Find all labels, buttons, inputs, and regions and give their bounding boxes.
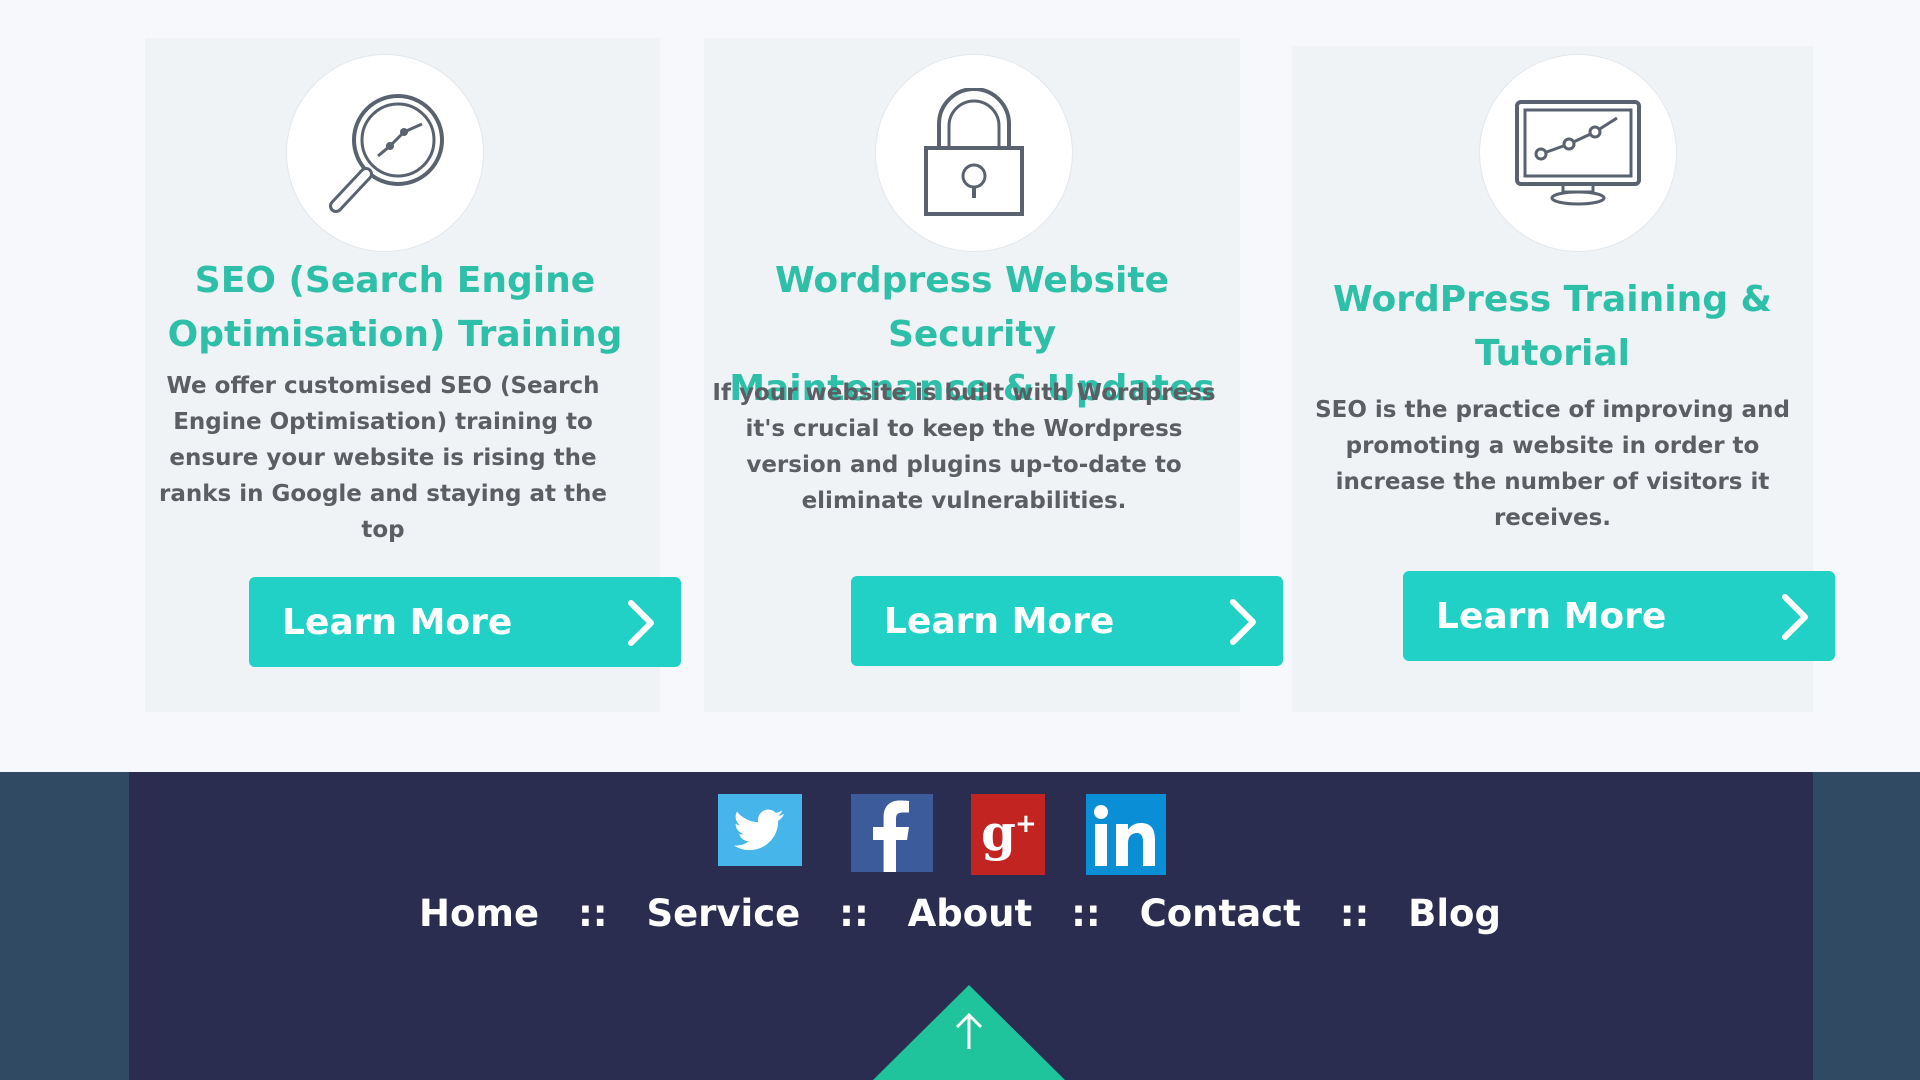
card-description: We offer customised SEO (Search Engine O…	[153, 368, 613, 548]
padlock-icon	[924, 88, 1024, 216]
chevron-right-icon	[628, 600, 654, 646]
svg-text:+: +	[1015, 809, 1037, 839]
desc-line: SEO is the practice of improving and	[1315, 397, 1790, 423]
card-title: WordPress Training & Tutorial	[1292, 273, 1813, 381]
facebook-icon[interactable]	[851, 794, 933, 872]
desc-line: receives.	[1493, 505, 1612, 531]
padlock-icon-circle	[875, 54, 1073, 252]
learn-more-label: Learn More	[1436, 595, 1667, 637]
learn-more-button[interactable]: Learn More	[249, 577, 681, 667]
twitter-icon[interactable]	[718, 794, 802, 866]
desc-line: top	[361, 517, 405, 543]
nav-contact-link[interactable]: Contact	[1140, 892, 1301, 935]
card-description: SEO is the practice of improving and pro…	[1292, 392, 1813, 536]
chevron-right-icon	[1230, 599, 1256, 645]
desc-line: We offer customised SEO (Search	[166, 373, 600, 399]
google-plus-icon[interactable]: g +	[971, 794, 1045, 875]
card-description: If your website is built with Wordpress …	[704, 375, 1224, 519]
monitor-chart-icon-circle	[1479, 54, 1677, 252]
learn-more-button[interactable]: Learn More	[1403, 571, 1835, 661]
card-title-line: Wordpress Website Security	[774, 260, 1169, 355]
desc-line: it's crucial to keep the Wordpress	[745, 416, 1183, 442]
nav-separator: ::	[577, 892, 608, 935]
nav-about-link[interactable]: About	[908, 892, 1033, 935]
desc-line: ranks in Google and staying at the	[158, 481, 607, 507]
desc-line: If your website is built with Wordpress	[712, 380, 1216, 406]
footer-nav: Home :: Service :: About :: Contact :: B…	[0, 890, 1920, 950]
card-title-line: Tutorial	[1475, 333, 1630, 374]
desc-line: Engine Optimisation) training to	[173, 409, 593, 435]
desc-line: version and plugins up-to-date to	[746, 452, 1182, 478]
nav-separator: ::	[1071, 892, 1101, 935]
nav-separator: ::	[839, 892, 869, 935]
nav-blog-link[interactable]: Blog	[1408, 892, 1501, 935]
desc-line: eliminate vulnerabilities.	[801, 488, 1127, 514]
back-to-top-button[interactable]	[873, 985, 1065, 1080]
search-chart-icon-circle	[286, 54, 484, 252]
desc-line: ensure your website is rising the	[169, 445, 597, 471]
nav-separator: ::	[1339, 892, 1370, 935]
card-title-line: Optimisation) Training	[167, 314, 623, 355]
desc-line: increase the number of visitors it	[1335, 469, 1770, 495]
search-chart-icon	[329, 94, 444, 213]
linkedin-icon[interactable]	[1086, 794, 1166, 875]
learn-more-label: Learn More	[884, 600, 1115, 642]
card-title: SEO (Search Engine Optimisation) Trainin…	[145, 254, 645, 362]
learn-more-button[interactable]: Learn More	[851, 576, 1283, 666]
nav-service-link[interactable]: Service	[646, 892, 800, 935]
card-title-line: WordPress Training &	[1333, 279, 1772, 320]
nav-home-link[interactable]: Home	[419, 892, 539, 935]
svg-text:g: g	[981, 803, 1016, 862]
learn-more-label: Learn More	[282, 601, 513, 643]
desc-line: promoting a website in order to	[1345, 433, 1760, 459]
monitor-chart-icon	[1515, 100, 1641, 206]
card-title-line: SEO (Search Engine	[194, 260, 596, 301]
chevron-right-icon	[1782, 594, 1808, 640]
